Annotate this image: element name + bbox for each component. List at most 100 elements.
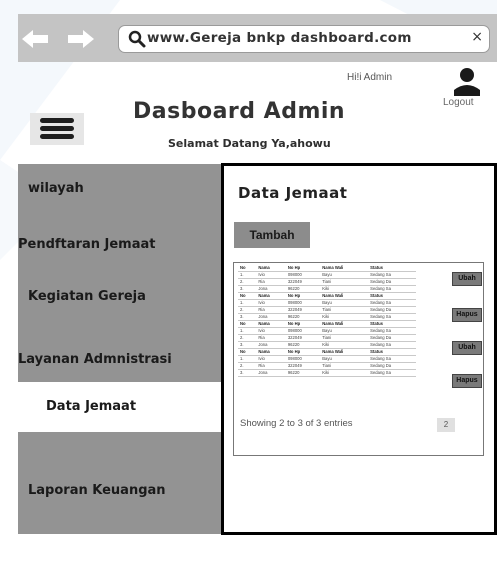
table-cell: 96220 — [285, 313, 321, 321]
table-cell: Ria — [256, 334, 286, 342]
table-cell: Sedang Sa — [368, 299, 416, 307]
add-button[interactable]: Tambah — [234, 222, 310, 248]
table-row: 2. Ria 322049 Tiani Sedang Da — [238, 334, 416, 342]
table-cell: Kiki — [320, 285, 369, 293]
table-row: 3. Jona 96220 Kiki Sedang Sa — [238, 285, 416, 293]
table-cell: Tiani — [320, 306, 369, 314]
search-icon — [128, 30, 146, 48]
back-arrow-icon[interactable] — [22, 28, 50, 55]
jemaat-table: No Nama No Hp Nama Wali Status 1. Ivio 098000 Ba… — [238, 265, 416, 377]
sidebar: wilayah Pendftaran Jemaat Kegiatan Gerej… — [18, 164, 226, 534]
forward-arrow-icon[interactable] — [66, 28, 94, 55]
data-jemaat-panel: Data Jemaat Tambah No Nama No Hp Nama Wali S… — [221, 163, 497, 535]
sidebar-item-laporan-keuangan[interactable]: Laporan Keuangan — [28, 483, 236, 498]
table-row: 3. Jona 96220 Kiki Sedang Sa — [238, 341, 416, 349]
table-cell: 96220 — [285, 369, 321, 377]
table-cell: 098000 — [285, 271, 321, 279]
edit-button[interactable]: Ubah — [452, 341, 482, 355]
table-cell: Sedang Sa — [368, 285, 416, 293]
sidebar-item-pendaftaran-jemaat[interactable]: Pendftaran Jemaat — [18, 237, 226, 252]
menu-line — [40, 118, 74, 123]
table-row: 1. Ivio 098000 Bayu Sedang Sa — [238, 299, 416, 307]
table-cell: Sedang Sa — [368, 355, 416, 363]
app-root: www.Gereja bnkp dashboard.com × Hi!i Adm… — [0, 0, 497, 574]
jemaat-table-container: No Nama No Hp Nama Wali Status 1. Ivio 098000 Ba… — [233, 262, 484, 456]
table-cell: 2. — [238, 362, 257, 370]
table-cell: Kiki — [320, 341, 369, 349]
table-cell: Nama — [256, 320, 286, 328]
table-cell: Kiki — [320, 313, 369, 321]
table-cell: Nama Wali — [320, 348, 369, 356]
pagination-info: Showing 2 to 3 of 3 entries — [240, 418, 353, 429]
table-cell: No — [238, 348, 257, 356]
table-cell: Ivio — [256, 271, 286, 279]
url-bar[interactable]: www.Gereja bnkp dashboard.com × — [118, 25, 490, 53]
table-cell: No Hp — [285, 348, 321, 356]
table-cell: Sedang Da — [368, 362, 416, 370]
table-cell: 1. — [238, 355, 257, 363]
table-row: No Nama No Hp Nama Wali Status — [238, 292, 416, 300]
browser-bar: www.Gereja bnkp dashboard.com × — [18, 14, 497, 62]
sidebar-item-label: Data Jemaat — [46, 399, 137, 414]
table-cell: Sedang Sa — [368, 327, 416, 335]
table-cell: Jona — [256, 369, 286, 377]
table-cell: Bayu — [320, 271, 369, 279]
table-row: 2. Ria 322049 Tiani Sedang Da — [238, 362, 416, 370]
user-icon[interactable] — [452, 66, 482, 96]
table-cell: 3. — [238, 313, 257, 321]
table-cell: Jona — [256, 285, 286, 293]
table-cell: Sedang Sa — [368, 313, 416, 321]
sidebar-item-wilayah[interactable]: wilayah — [28, 181, 236, 196]
table-body: No Nama No Hp Nama Wali Status 1. Ivio 098000 Ba… — [238, 265, 416, 377]
hamburger-menu-button[interactable] — [30, 113, 84, 145]
table-cell: Ivio — [256, 327, 286, 335]
delete-button[interactable]: Hapus — [452, 308, 482, 322]
logout-link[interactable]: Logout — [443, 97, 474, 108]
table-cell: Jona — [256, 341, 286, 349]
menu-line — [40, 134, 74, 139]
delete-button[interactable]: Hapus — [452, 374, 482, 388]
table-cell: No Hp — [285, 292, 321, 300]
menu-line — [40, 126, 74, 131]
table-cell: Sedang Sa — [368, 271, 416, 279]
table-cell: Ivio — [256, 299, 286, 307]
sidebar-item-data-jemaat[interactable]: Data Jemaat — [18, 382, 226, 432]
table-row: 3. Jona 96220 Kiki Sedang Sa — [238, 313, 416, 321]
table-cell: No Hp — [285, 320, 321, 328]
sidebar-item-layanan-administrasi[interactable]: Layanan Admnistrasi — [18, 352, 226, 367]
table-row: 1. Ivio 098000 Bayu Sedang Sa — [238, 327, 416, 335]
table-row: No Nama No Hp Nama Wali Status — [238, 348, 416, 356]
table-cell: Bayu — [320, 355, 369, 363]
table-cell: 322049 — [285, 334, 321, 342]
sidebar-item-kegiatan-gereja[interactable]: Kegiatan Gereja — [28, 289, 236, 304]
table-cell: 2. — [238, 334, 257, 342]
table-cell: 098000 — [285, 355, 321, 363]
page-title: Dasboard Admin — [133, 99, 346, 124]
table-cell: 96220 — [285, 341, 321, 349]
table-cell: Tiani — [320, 362, 369, 370]
table-row: 2. Ria 322049 Tiani Sedang Da — [238, 306, 416, 314]
table-cell: Bayu — [320, 327, 369, 335]
table-cell: Nama — [256, 348, 286, 356]
close-tab-icon[interactable]: × — [471, 29, 483, 45]
table-cell: Sedang Da — [368, 334, 416, 342]
table-cell: Ivio — [256, 355, 286, 363]
table-cell: 96220 — [285, 285, 321, 293]
page-button[interactable]: 2 — [437, 418, 455, 432]
table-cell: Sedang Sa — [368, 341, 416, 349]
url-text: www.Gereja bnkp dashboard.com — [147, 30, 412, 46]
table-cell: Kiki — [320, 369, 369, 377]
table-cell: 322049 — [285, 278, 321, 286]
table-cell: 098000 — [285, 327, 321, 335]
table-cell: 3. — [238, 369, 257, 377]
table-cell: 322049 — [285, 306, 321, 314]
table-cell: Nama — [256, 292, 286, 300]
greeting-text: Hi!i Admin — [347, 72, 393, 83]
table-cell: 1. — [238, 271, 257, 279]
table-cell: 1. — [238, 299, 257, 307]
table-row: 1. Ivio 098000 Bayu Sedang Sa — [238, 355, 416, 363]
edit-button[interactable]: Ubah — [452, 272, 482, 286]
table-cell: Status — [368, 320, 416, 328]
table-cell: 3. — [238, 341, 257, 349]
table-row: 1. Ivio 098000 Bayu Sedang Sa — [238, 271, 416, 279]
